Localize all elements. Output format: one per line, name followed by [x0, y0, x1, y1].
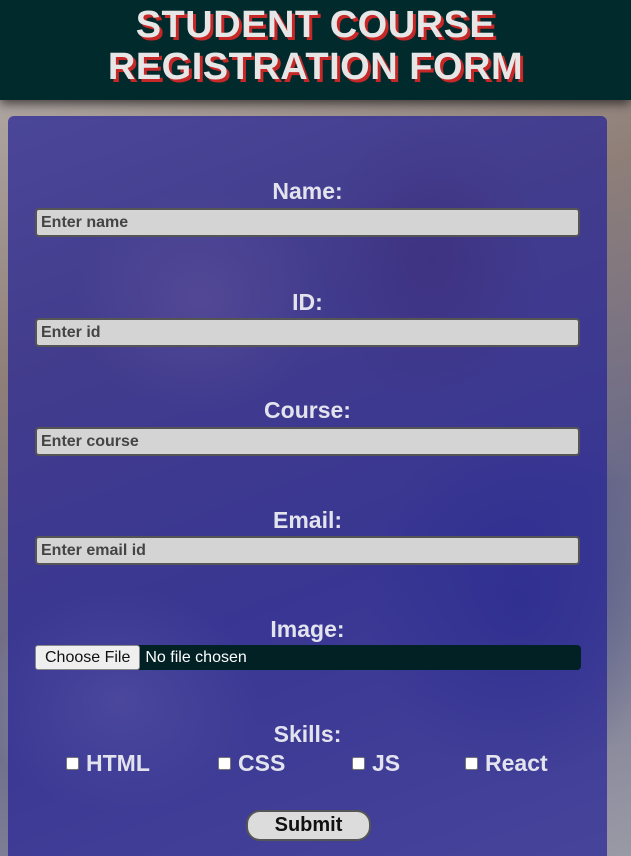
id-label: ID:: [292, 289, 323, 315]
skills-label: Skills:: [273, 721, 342, 747]
css-checkbox[interactable]: [218, 757, 231, 770]
email-input[interactable]: [35, 536, 580, 565]
course-label: Course:: [264, 397, 351, 423]
course-input[interactable]: [35, 427, 580, 456]
skill-option-css[interactable]: CSS: [218, 750, 285, 777]
skill-label-js: JS: [372, 750, 401, 776]
page-title-line1: STUDENT COURSE: [135, 4, 496, 46]
page-title-line2: REGISTRATION FORM: [107, 46, 524, 88]
id-input[interactable]: [35, 318, 580, 347]
skill-label-html: HTML: [86, 750, 150, 776]
page-header: STUDENT COURSE REGISTRATION FORM: [0, 0, 631, 100]
html-checkbox[interactable]: [66, 757, 79, 770]
skill-option-js[interactable]: JS: [352, 750, 400, 777]
image-label: Image:: [270, 616, 345, 642]
file-status-text: No file chosen: [145, 648, 247, 666]
submit-button[interactable]: Submit: [246, 810, 371, 841]
skill-label-react: React: [485, 750, 548, 776]
skill-label-css: CSS: [238, 750, 286, 776]
choose-file-button[interactable]: Choose File: [35, 645, 141, 670]
name-label: Name:: [272, 178, 343, 204]
name-input[interactable]: [35, 208, 580, 237]
skill-option-html[interactable]: HTML: [66, 750, 150, 777]
react-checkbox[interactable]: [465, 757, 478, 770]
page-title: STUDENT COURSE REGISTRATION FORM: [0, 0, 631, 88]
js-checkbox[interactable]: [352, 757, 365, 770]
image-file-input[interactable]: Choose File No file chosen: [35, 645, 581, 670]
email-label: Email:: [272, 507, 343, 533]
skill-option-react[interactable]: React: [465, 750, 548, 777]
